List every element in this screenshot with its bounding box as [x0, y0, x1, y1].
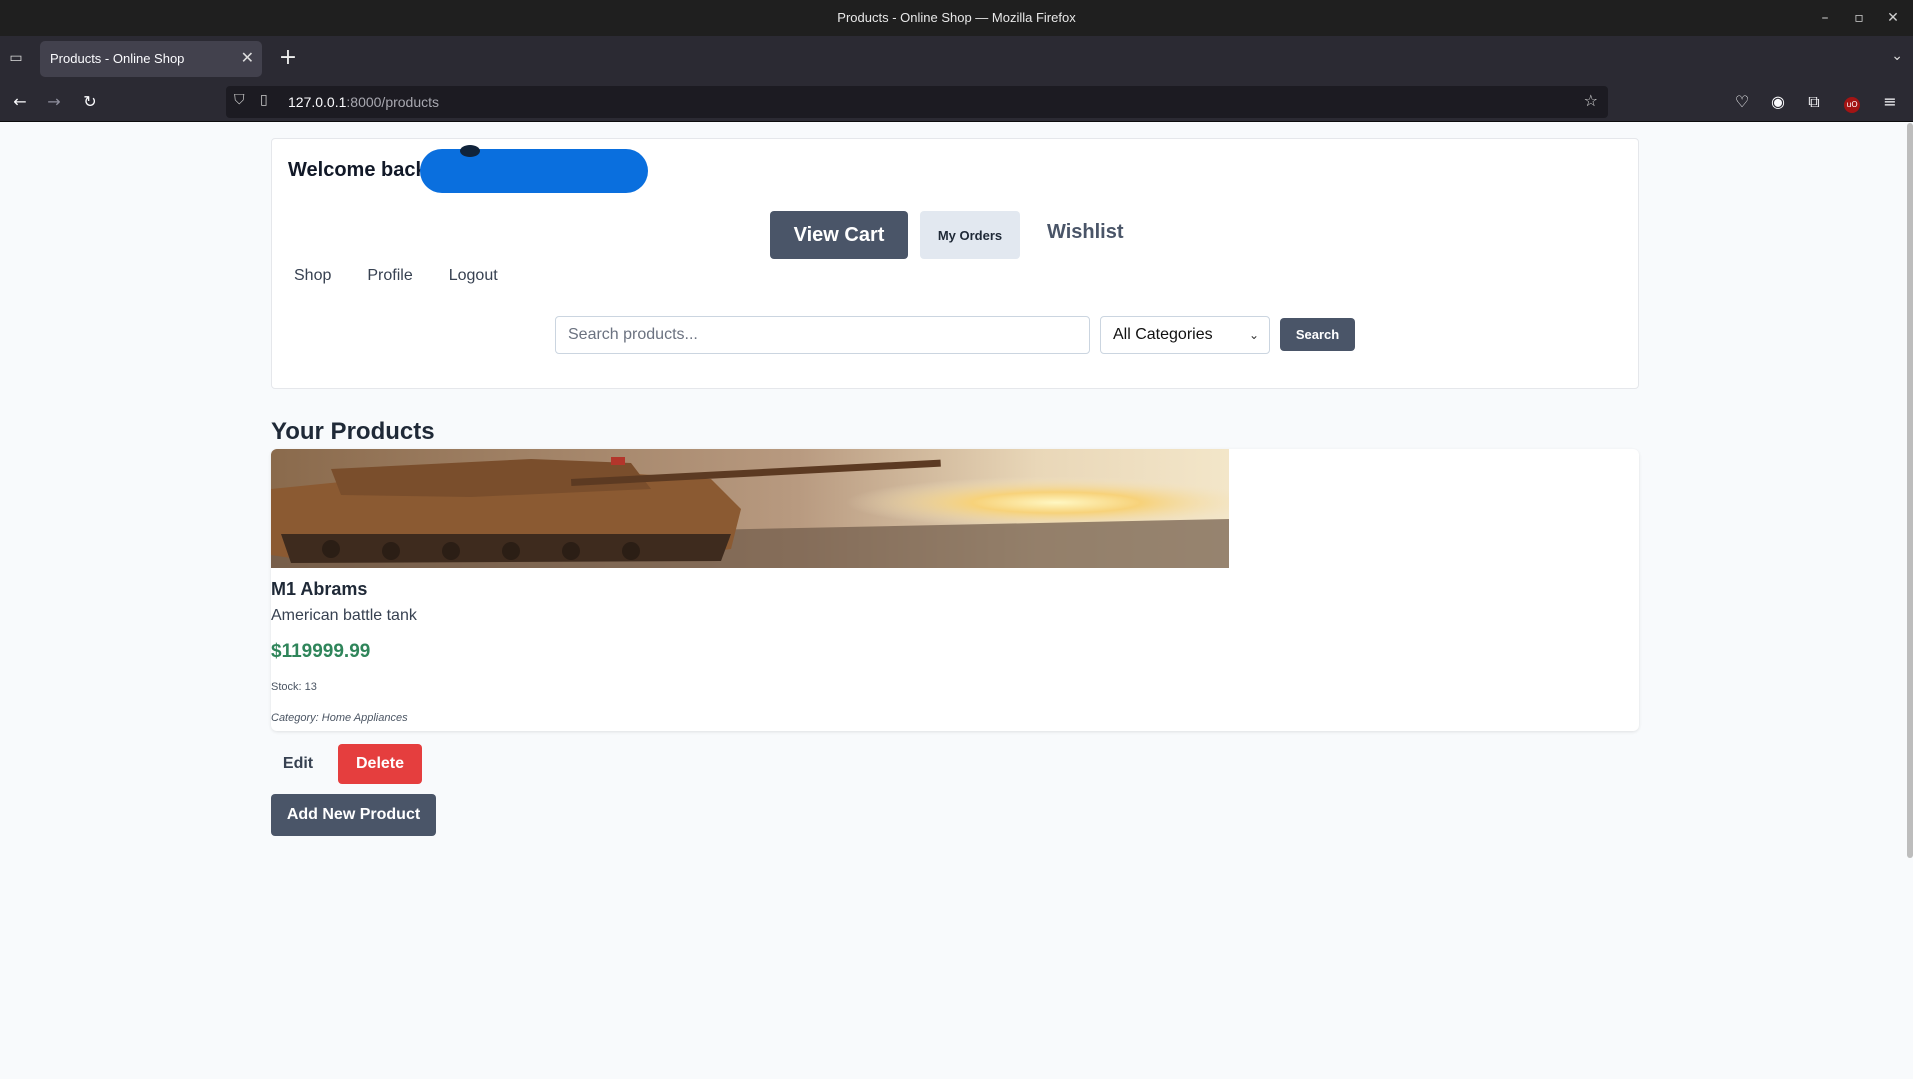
stock-value: 13	[304, 681, 317, 693]
chevron-down-icon[interactable]: ⌄	[1891, 48, 1903, 64]
window-title: Products - Online Shop — Mozilla Firefox	[837, 10, 1076, 25]
redacted-username	[420, 145, 648, 193]
product-price: $119999.99	[271, 641, 371, 662]
your-products-heading: Your Products	[271, 418, 435, 445]
welcome-message: Welcome back	[288, 159, 427, 181]
url-host: 127.0.0.1	[288, 94, 347, 110]
product-description: American battle tank	[271, 607, 417, 624]
category-selected-value: All Categories	[1113, 326, 1213, 343]
view-cart-button[interactable]: View Cart	[770, 211, 908, 259]
url-path: :8000/products	[346, 94, 440, 110]
product-stock: Stock: 13	[271, 681, 317, 693]
tab-list-icon[interactable]: ▭	[6, 48, 26, 68]
navigation-toolbar: ← → ↻ ⛉ ▯ 127.0.0.1:8000/products ☆ ♡ ◉ …	[0, 82, 1913, 122]
wishlist-link[interactable]: Wishlist	[1047, 221, 1124, 244]
back-icon[interactable]: ←	[8, 90, 32, 114]
category-label: Category:	[271, 712, 319, 724]
category-select[interactable]: All Categories ⌄	[1100, 316, 1270, 354]
add-new-product-button[interactable]: Add New Product	[271, 794, 436, 836]
window-titlebar: Products - Online Shop — Mozilla Firefox…	[0, 0, 1913, 36]
stock-label: Stock:	[271, 681, 302, 693]
tank-photo	[271, 449, 1229, 568]
scrollbar[interactable]	[1907, 123, 1913, 858]
category-value: Home Appliances	[321, 712, 408, 724]
product-image	[271, 449, 1229, 568]
site-header: Welcome back View Cart My Orders Wishlis…	[271, 138, 1639, 389]
minimize-icon[interactable]: –	[1819, 10, 1831, 26]
nav-profile-link[interactable]: Profile	[367, 267, 412, 285]
tab-close-icon[interactable]: ✕	[241, 41, 254, 77]
reload-icon[interactable]: ↻	[78, 90, 102, 114]
search-input[interactable]	[555, 316, 1090, 354]
page-icon[interactable]: ▯	[260, 92, 268, 108]
nav-logout-link[interactable]: Logout	[449, 267, 498, 285]
tab-bar: ▭ Products - Online Shop ✕ + ⌄	[0, 36, 1913, 82]
ublock-icon[interactable]: uO	[1840, 90, 1864, 114]
close-window-icon[interactable]: ✕	[1887, 10, 1899, 26]
new-tab-icon[interactable]: +	[276, 46, 300, 70]
forward-icon[interactable]: →	[42, 90, 66, 114]
window-controls: – ▫ ✕	[1819, 0, 1899, 36]
product-category: Category: Home Appliances	[271, 712, 408, 724]
tab-products[interactable]: Products - Online Shop ✕	[40, 41, 262, 77]
bookmark-star-icon[interactable]: ☆	[1584, 91, 1598, 110]
account-icon[interactable]: ◉	[1766, 90, 1790, 114]
main-nav: Shop Profile Logout	[294, 267, 498, 285]
nav-shop-link[interactable]: Shop	[294, 267, 331, 285]
tab-title: Products - Online Shop	[50, 51, 185, 66]
address-bar[interactable]: ⛉ ▯ 127.0.0.1:8000/products ☆	[226, 86, 1608, 118]
delete-product-button[interactable]: Delete	[338, 744, 422, 784]
extensions-icon[interactable]: ⧉	[1802, 90, 1826, 114]
product-name: M1 Abrams	[271, 579, 368, 599]
maximize-icon[interactable]: ▫	[1853, 10, 1865, 26]
url-text[interactable]: 127.0.0.1:8000/products	[288, 86, 439, 118]
search-button[interactable]: Search	[1280, 318, 1355, 351]
chevron-down-icon: ⌄	[1248, 328, 1259, 342]
edit-product-button[interactable]: Edit	[275, 744, 321, 784]
product-card: M1 Abrams American battle tank $119999.9…	[271, 449, 1639, 731]
shield-icon[interactable]: ⛉	[234, 92, 245, 108]
page-content: Welcome back View Cart My Orders Wishlis…	[0, 123, 1913, 1079]
my-orders-button[interactable]: My Orders	[920, 211, 1020, 259]
menu-icon[interactable]: ≡	[1878, 90, 1902, 114]
pocket-icon[interactable]: ♡	[1730, 90, 1754, 114]
